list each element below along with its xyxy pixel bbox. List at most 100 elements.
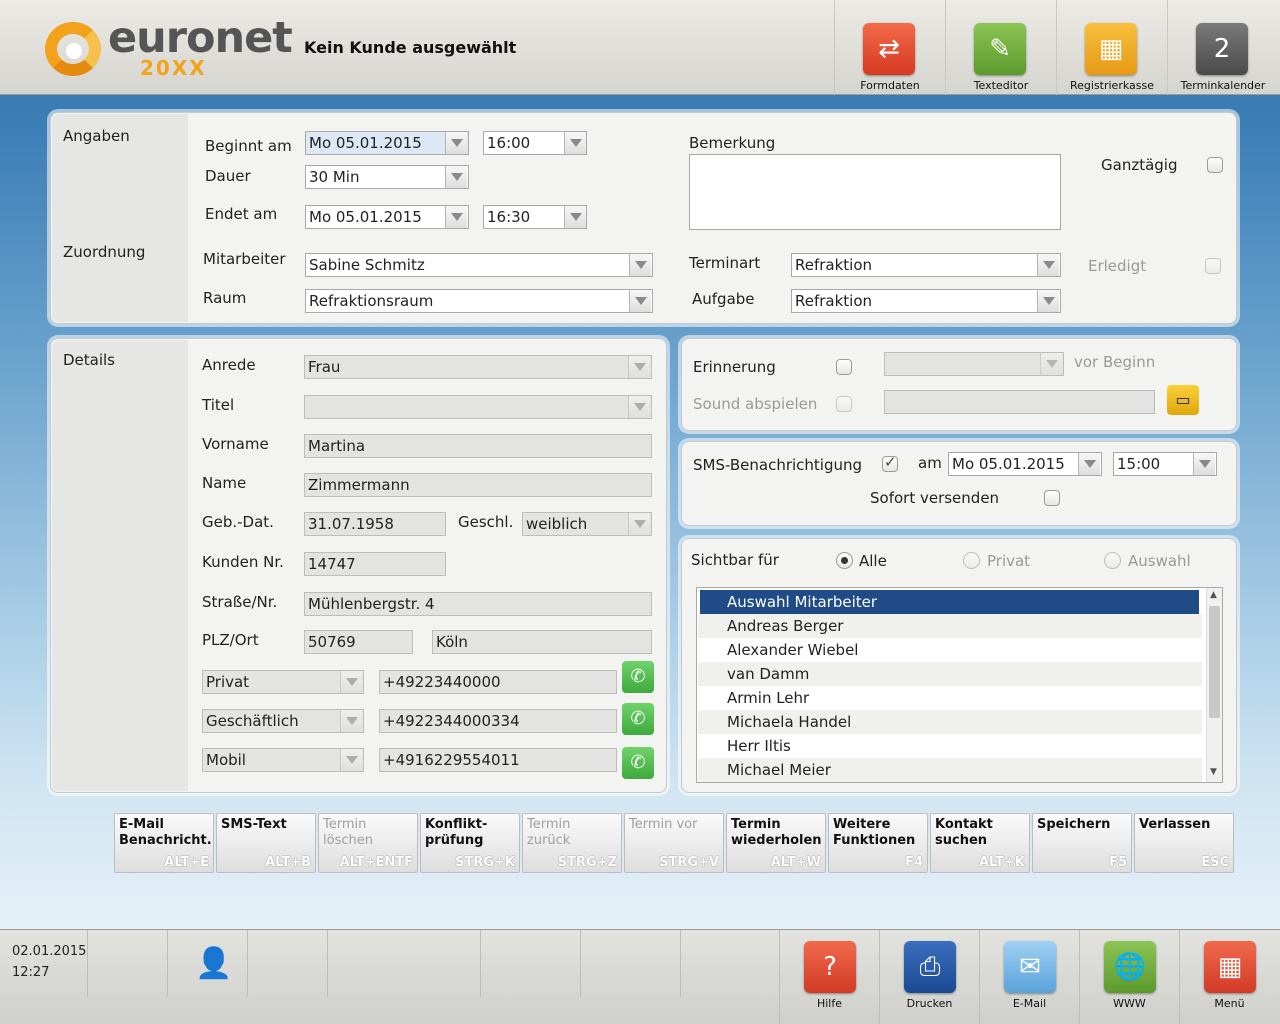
- raum-dropdown-icon[interactable]: [629, 290, 651, 312]
- vorname-field[interactable]: Martina: [304, 434, 652, 458]
- mitarbeiter-list[interactable]: Auswahl Mitarbeiter Andreas Berger Alexa…: [696, 587, 1223, 783]
- geschl-dropdown-icon[interactable]: [628, 513, 650, 535]
- mitarbeiter-dropdown-icon[interactable]: [629, 254, 651, 276]
- list-item[interactable]: Alexander Wiebel: [698, 638, 1202, 662]
- terminkalender-button[interactable]: 2 Terminkalender: [1167, 0, 1278, 95]
- terminkalender-label: Terminkalender: [1180, 79, 1266, 92]
- list-item[interactable]: Herr Iltis: [698, 734, 1202, 758]
- sichtbar-panel: Sichtbar für Alle Privat Auswahl Auswahl…: [681, 538, 1237, 793]
- sound-checkbox[interactable]: [836, 396, 852, 412]
- hilfe-button[interactable]: ? Hilfe: [779, 930, 879, 1024]
- phone-type-privat-dropdown-icon[interactable]: [340, 671, 362, 693]
- call-mobil-phone-icon[interactable]: ✆: [622, 747, 654, 779]
- erinnerung-select[interactable]: [884, 352, 1064, 376]
- phone-type-mobil-dropdown-icon[interactable]: [340, 749, 362, 771]
- sms-am-label: am: [918, 454, 942, 472]
- drucken-button[interactable]: ⎙ Drucken: [879, 930, 979, 1024]
- list-scrollbar[interactable]: ▲ ▼: [1206, 588, 1222, 782]
- plz-field[interactable]: 50769: [304, 630, 413, 654]
- action-button-2[interactable]: SMS-Text ALT+B: [216, 813, 316, 873]
- plz-label: PLZ/Ort: [202, 631, 259, 649]
- www-button[interactable]: 🌐 WWW: [1079, 930, 1179, 1024]
- terminart-select[interactable]: Refraktion: [791, 253, 1061, 277]
- bemerkung-textarea[interactable]: [689, 154, 1061, 230]
- mitarbeiter-select[interactable]: Sabine Schmitz: [305, 253, 653, 277]
- name-field[interactable]: Zimmermann: [304, 473, 652, 497]
- action-button-4[interactable]: Konflikt- prüfung STRG+K: [420, 813, 520, 873]
- action-button-10[interactable]: Speichern F5: [1032, 813, 1132, 873]
- gebdat-label: Geb.-Dat.: [202, 513, 274, 531]
- sofort-checkbox[interactable]: [1044, 490, 1060, 506]
- phone-mobil-field[interactable]: +4916229554011: [379, 748, 617, 772]
- action-label: Termin löschen: [323, 817, 373, 848]
- endet-date-dropdown-icon[interactable]: [445, 206, 467, 228]
- list-item-header[interactable]: Auswahl Mitarbeiter: [698, 590, 1202, 614]
- endet-time-dropdown-icon[interactable]: [564, 206, 586, 228]
- list-item[interactable]: Michael Meier: [698, 758, 1202, 782]
- sms-time-dropdown-icon[interactable]: [1193, 453, 1215, 475]
- scroll-up-icon[interactable]: ▲: [1210, 590, 1217, 600]
- formdaten-button[interactable]: ⇄ Formdaten: [834, 0, 945, 95]
- action-button-9[interactable]: Kontakt suchen ALT+K: [930, 813, 1030, 873]
- call-geschaeftlich-phone-icon[interactable]: ✆: [622, 703, 654, 735]
- action-shortcut: F4: [905, 855, 923, 870]
- list-item[interactable]: Armin Lehr: [698, 686, 1202, 710]
- erinnerung-checkbox[interactable]: [836, 359, 852, 375]
- call-privat-phone-icon[interactable]: ✆: [622, 661, 654, 693]
- sms-checkbox[interactable]: ✓: [882, 453, 898, 472]
- cash-register-icon: ▦: [1085, 23, 1137, 75]
- list-item[interactable]: Andreas Berger: [698, 614, 1202, 638]
- sms-date-dropdown-icon[interactable]: [1078, 453, 1100, 475]
- beginnt-date-dropdown-icon[interactable]: [445, 132, 467, 154]
- radio-privat[interactable]: [963, 552, 980, 569]
- folder-icon[interactable]: ▭: [1167, 385, 1199, 415]
- erinnerung-panel: Erinnerung vor Beginn Sound abspielen ▭: [681, 338, 1237, 431]
- texteditor-label: Texteditor: [973, 79, 1029, 92]
- terminart-dropdown-icon[interactable]: [1037, 254, 1059, 276]
- top-bar: euronet 20XX Kein Kunde ausgewählt ⇄ For…: [0, 0, 1280, 95]
- raum-select[interactable]: Refraktionsraum: [305, 289, 653, 313]
- anrede-dropdown-icon[interactable]: [628, 356, 650, 378]
- beginnt-time-dropdown-icon[interactable]: [564, 132, 586, 154]
- logo-center: [66, 43, 82, 59]
- action-label: Termin wiederholen: [731, 817, 822, 848]
- angaben-title: Angaben: [63, 127, 130, 145]
- titel-select[interactable]: [304, 395, 652, 419]
- ganztaegig-checkbox[interactable]: [1207, 157, 1223, 173]
- action-button-1[interactable]: E-Mail Benachricht. ALT+E: [114, 813, 214, 873]
- action-button-6[interactable]: Termin vor STRG+V: [624, 813, 724, 873]
- erinnerung-dropdown-icon[interactable]: [1040, 353, 1062, 375]
- strasse-field[interactable]: Mühlenbergstr. 4: [304, 592, 652, 616]
- gebdat-field[interactable]: 31.07.1958: [304, 512, 446, 536]
- action-button-8[interactable]: Weitere Funktionen F4: [828, 813, 928, 873]
- zuordnung-title: Zuordnung: [63, 243, 146, 261]
- action-button-7[interactable]: Termin wiederholen ALT+W: [726, 813, 826, 873]
- ort-field[interactable]: Köln: [432, 630, 652, 654]
- sound-file-field[interactable]: [884, 390, 1155, 414]
- phone-type-geschaeftlich-dropdown-icon[interactable]: [340, 710, 362, 732]
- kundennr-field[interactable]: 14747: [304, 552, 446, 576]
- action-button-11[interactable]: Verlassen ESC: [1134, 813, 1234, 873]
- menu-button[interactable]: ▦ Menü: [1179, 930, 1279, 1024]
- radio-auswahl[interactable]: [1104, 552, 1121, 569]
- user-cell[interactable]: 👤: [167, 930, 247, 997]
- titel-dropdown-icon[interactable]: [628, 396, 650, 418]
- action-button-3[interactable]: Termin löschen ALT+ENTF: [318, 813, 418, 873]
- phone-geschaeftlich-field[interactable]: +4922344000334: [379, 709, 617, 733]
- phone-privat-field[interactable]: +49223440000: [379, 670, 617, 694]
- registrierkasse-button[interactable]: ▦ Registrierkasse: [1056, 0, 1167, 95]
- texteditor-button[interactable]: ✎ Texteditor: [945, 0, 1056, 95]
- action-button-5[interactable]: Termin zurück STRG+Z: [522, 813, 622, 873]
- list-item[interactable]: Michaela Handel: [698, 710, 1202, 734]
- anrede-select[interactable]: Frau: [304, 355, 652, 379]
- scroll-down-icon[interactable]: ▼: [1210, 767, 1217, 777]
- action-label: Konflikt- prüfung: [425, 817, 488, 848]
- aufgabe-select[interactable]: Refraktion: [791, 289, 1061, 313]
- dauer-dropdown-icon[interactable]: [445, 166, 467, 188]
- email-button[interactable]: ✉ E-Mail: [979, 930, 1079, 1024]
- erledigt-checkbox[interactable]: [1205, 258, 1221, 274]
- radio-alle[interactable]: [836, 552, 853, 569]
- scrollbar-thumb[interactable]: [1209, 606, 1220, 718]
- aufgabe-dropdown-icon[interactable]: [1037, 290, 1059, 312]
- list-item[interactable]: van Damm: [698, 662, 1202, 686]
